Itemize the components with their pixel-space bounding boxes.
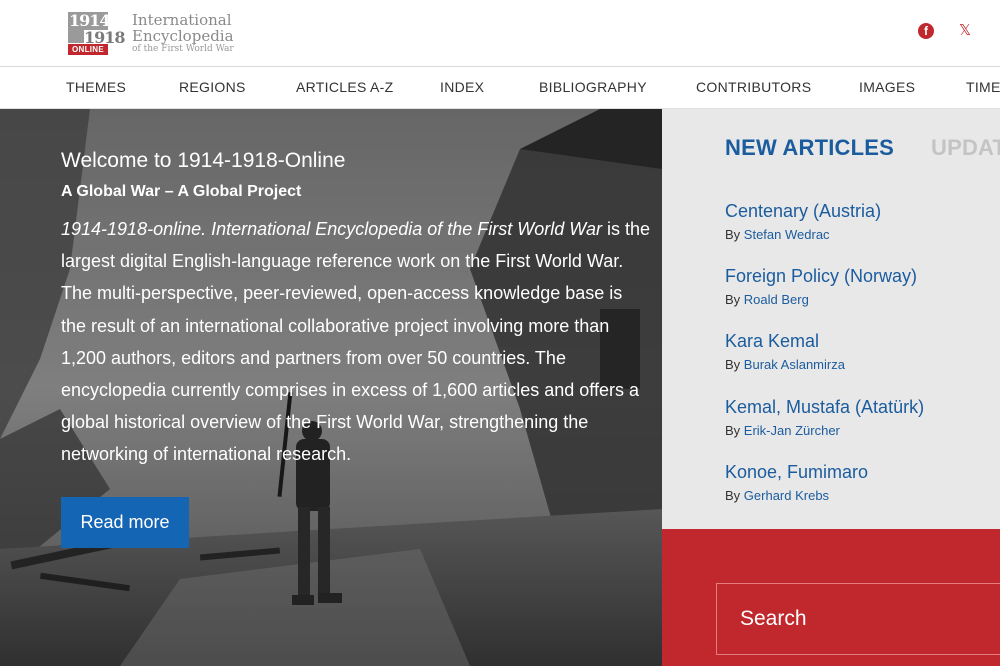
list-item: Centenary (Austria) By Stefan Wedrac <box>725 201 995 242</box>
logo-mark: 1914 1918 ONLINE <box>68 12 126 56</box>
author-link[interactable]: Burak Aslanmirza <box>744 357 845 372</box>
logo-online-badge: ONLINE <box>68 44 108 55</box>
new-articles-panel: NEW ARTICLES UPDAT Centenary (Austria) B… <box>662 109 1000 529</box>
byline-prefix: By <box>725 292 744 307</box>
list-item: Konoe, Fumimaro By Gerhard Krebs <box>725 462 995 503</box>
hero-description-italic: 1914-1918-online. International Encyclop… <box>61 219 602 239</box>
logo-line-2: Encyclopedia <box>132 27 234 45</box>
x-icon[interactable]: 𝕏 <box>959 21 971 39</box>
hero-title: Welcome to 1914-1918-Online <box>61 149 346 172</box>
nav-item-index[interactable]: INDEX <box>440 67 484 109</box>
site-logo[interactable]: 1914 1918 ONLINE International Encyclope… <box>68 12 234 56</box>
list-item: Kara Kemal By Burak Aslanmirza <box>725 331 995 372</box>
hero-description: 1914-1918-online. International Encyclop… <box>61 213 651 471</box>
author-link[interactable]: Gerhard Krebs <box>744 488 829 503</box>
site-header: 1914 1918 ONLINE International Encyclope… <box>0 0 1000 67</box>
logo-line-3: of the First World War <box>132 44 234 54</box>
article-byline: By Burak Aslanmirza <box>725 357 995 372</box>
logo-block <box>68 29 84 43</box>
tab-new-articles[interactable]: NEW ARTICLES <box>725 135 894 161</box>
nav-item-bibliography[interactable]: BIBLIOGRAPHY <box>539 67 647 109</box>
article-title-link[interactable]: Kemal, Mustafa (Atatürk) <box>725 397 995 418</box>
facebook-icon[interactable]: f <box>918 23 934 39</box>
search-section <box>662 529 1000 666</box>
main-navigation: THEMES REGIONS ARTICLES A-Z INDEX BIBLIO… <box>0 67 1000 109</box>
article-byline: By Roald Berg <box>725 292 995 307</box>
article-byline: By Gerhard Krebs <box>725 488 995 503</box>
author-link[interactable]: Stefan Wedrac <box>744 227 830 242</box>
nav-item-contributors[interactable]: CONTRIBUTORS <box>696 67 811 109</box>
list-item: Foreign Policy (Norway) By Roald Berg <box>725 266 995 307</box>
hero-description-text: is the largest digital English-language … <box>61 219 650 465</box>
logo-line-1: International <box>132 11 232 29</box>
byline-prefix: By <box>725 357 744 372</box>
article-byline: By Erik-Jan Zürcher <box>725 423 995 438</box>
tab-updated-articles[interactable]: UPDAT <box>931 135 1000 161</box>
list-item: Kemal, Mustafa (Atatürk) By Erik-Jan Zür… <box>725 397 995 438</box>
hero-subtitle: A Global War – A Global Project <box>61 183 302 200</box>
article-title-link[interactable]: Foreign Policy (Norway) <box>725 266 995 287</box>
nav-item-articles-a-z[interactable]: ARTICLES A-Z <box>296 67 393 109</box>
hero-banner: Welcome to 1914-1918-Online A Global War… <box>0 109 662 666</box>
article-title-link[interactable]: Konoe, Fumimaro <box>725 462 995 483</box>
byline-prefix: By <box>725 227 744 242</box>
byline-prefix: By <box>725 488 744 503</box>
nav-item-images[interactable]: IMAGES <box>859 67 915 109</box>
nav-item-themes[interactable]: THEMES <box>66 67 126 109</box>
search-input[interactable] <box>716 583 1000 655</box>
article-byline: By Stefan Wedrac <box>725 227 995 242</box>
logo-text: International Encyclopedia of the First … <box>132 12 234 55</box>
byline-prefix: By <box>725 423 744 438</box>
author-link[interactable]: Erik-Jan Zürcher <box>744 423 840 438</box>
read-more-button[interactable]: Read more <box>61 497 189 548</box>
article-title-link[interactable]: Kara Kemal <box>725 331 995 352</box>
article-title-link[interactable]: Centenary (Austria) <box>725 201 995 222</box>
author-link[interactable]: Roald Berg <box>744 292 809 307</box>
nav-item-regions[interactable]: REGIONS <box>179 67 246 109</box>
nav-item-timeline[interactable]: TIME <box>966 67 1000 109</box>
